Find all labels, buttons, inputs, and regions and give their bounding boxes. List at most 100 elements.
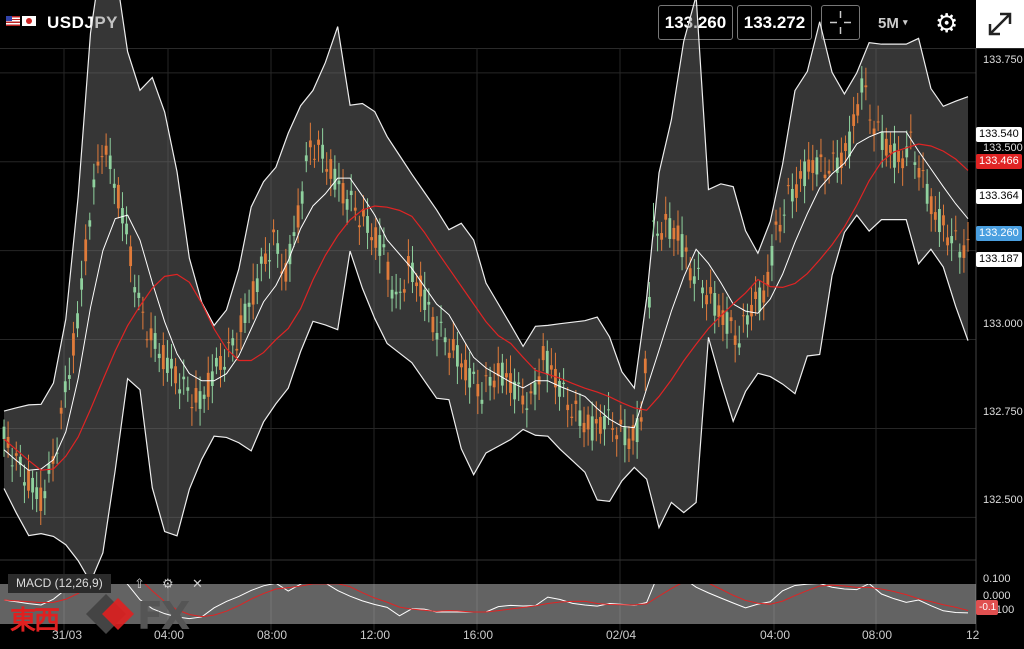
- candle-body: [149, 328, 153, 341]
- close-icon[interactable]: ✕: [192, 576, 203, 592]
- candle-body: [664, 213, 668, 220]
- candle-body: [880, 132, 884, 150]
- time-label: 31/03: [52, 628, 83, 642]
- candle-body: [733, 335, 737, 345]
- candle-body: [844, 143, 847, 152]
- candle-body: [374, 227, 378, 248]
- candle-body: [116, 184, 120, 209]
- candle-body: [411, 262, 414, 283]
- candle-body: [623, 426, 627, 446]
- candle-body: [59, 407, 63, 414]
- candle-body: [570, 416, 574, 418]
- candle-body: [831, 152, 835, 154]
- candle-body: [782, 214, 786, 216]
- candle-body: [549, 365, 553, 370]
- candle-body: [67, 375, 71, 379]
- candle-body: [349, 190, 353, 196]
- candle-body: [729, 317, 733, 322]
- candle-body: [558, 380, 561, 397]
- candle-body: [476, 384, 480, 397]
- candle-body: [390, 289, 394, 299]
- price-chart[interactable]: [0, 0, 1024, 649]
- time-label: 08:00: [257, 628, 288, 642]
- candle-body: [243, 303, 247, 323]
- candle-body: [402, 289, 406, 293]
- candle-body: [709, 287, 713, 294]
- candle-body: [178, 389, 182, 394]
- candle-body: [333, 168, 337, 190]
- candle-body: [96, 161, 100, 166]
- candle-body: [811, 160, 815, 173]
- candle-body: [790, 188, 794, 202]
- candle-body: [929, 196, 933, 215]
- candle-body: [795, 184, 798, 198]
- candle-body: [652, 220, 655, 222]
- candle-body: [296, 205, 300, 228]
- candle-body: [827, 170, 831, 174]
- candle-body: [819, 154, 823, 158]
- candle-body: [308, 140, 312, 148]
- candle-body: [615, 435, 619, 440]
- candle-body: [259, 256, 263, 264]
- candle-body: [815, 157, 819, 175]
- gear-icon[interactable]: ⚙: [162, 576, 174, 592]
- candle-body: [521, 395, 525, 405]
- candle-body: [456, 345, 459, 367]
- candle-body: [439, 321, 443, 323]
- candle-body: [31, 477, 34, 493]
- candle-body: [153, 333, 157, 349]
- candle-body: [672, 227, 676, 240]
- candle-body: [423, 289, 427, 310]
- candle-body: [451, 339, 455, 351]
- candle-body: [304, 155, 308, 162]
- candle-body: [80, 278, 84, 290]
- candle-body: [872, 128, 876, 135]
- candle-body: [938, 209, 941, 233]
- candle-body: [10, 465, 14, 467]
- candle-body: [925, 183, 929, 204]
- candle-body: [786, 185, 790, 187]
- candle-body: [680, 234, 684, 258]
- candle-body: [933, 212, 937, 220]
- candle-body: [598, 417, 602, 434]
- candle-body: [525, 408, 529, 410]
- candle-body: [799, 171, 802, 179]
- candle-body: [63, 381, 67, 393]
- candle-body: [950, 236, 954, 244]
- candle-body: [868, 119, 872, 121]
- candle-body: [684, 247, 688, 252]
- candle-body: [460, 363, 463, 368]
- candle-body: [692, 276, 696, 284]
- band-fill: [4, 0, 968, 583]
- candle-body: [329, 159, 333, 179]
- candle-body: [958, 251, 962, 258]
- candle-body: [488, 376, 492, 386]
- candle-body: [27, 470, 30, 491]
- candle-body: [2, 426, 6, 440]
- candle-body: [480, 399, 484, 404]
- candle-body: [758, 287, 762, 312]
- candle-body: [856, 104, 860, 116]
- candle-body: [353, 207, 357, 211]
- candle-body: [594, 419, 598, 424]
- candle-body: [198, 391, 202, 409]
- candle-body: [611, 428, 615, 430]
- candle-body: [717, 305, 721, 318]
- candle-body: [255, 278, 259, 293]
- candle-body: [210, 371, 214, 386]
- candle-body: [341, 183, 345, 204]
- candle-body: [268, 260, 271, 262]
- candle-body: [909, 131, 913, 133]
- candle-body: [884, 138, 888, 156]
- candle-body: [235, 348, 239, 351]
- macd-axis-label: 0.100: [983, 573, 1011, 585]
- candle-body: [505, 373, 508, 378]
- candle-body: [325, 169, 329, 172]
- candle-body: [619, 419, 623, 425]
- candle-body: [545, 350, 549, 375]
- candle-body: [345, 199, 349, 210]
- candle-body: [419, 275, 423, 297]
- time-label: 08:00: [862, 628, 893, 642]
- candle-body: [823, 174, 827, 179]
- candle-body: [517, 382, 521, 385]
